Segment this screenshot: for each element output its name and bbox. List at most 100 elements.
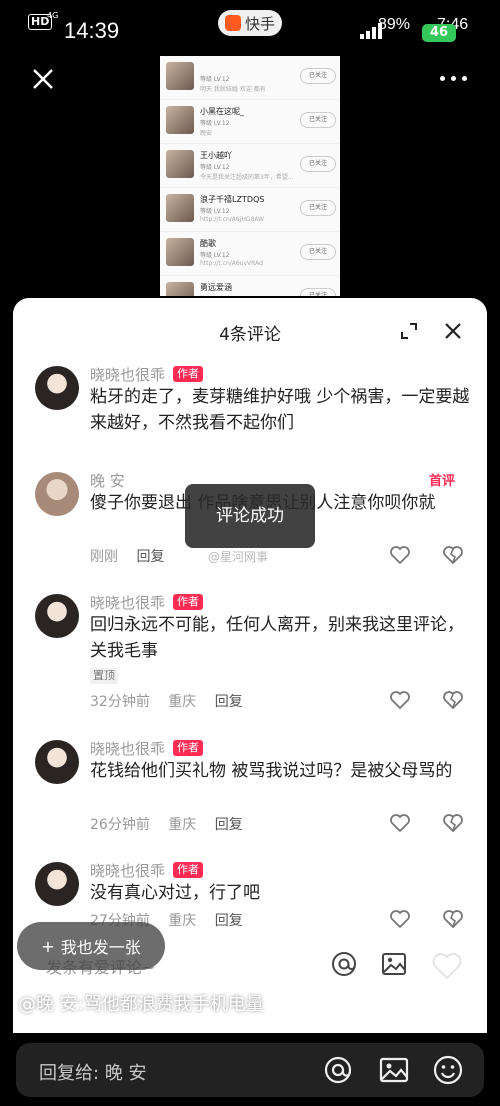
dislike-icon[interactable] <box>443 546 463 564</box>
pinned-badge: 置顶 <box>90 668 118 684</box>
preview-user-row: 王小越吖等级 LV.12 今天是我关注超级的第3年，希望... 已关注 <box>160 144 340 188</box>
avatar[interactable] <box>35 594 79 638</box>
preview-avatar <box>166 238 194 266</box>
comment-meta: 26分钟前 重庆 回复 <box>90 814 257 834</box>
preview-avatar <box>166 106 194 134</box>
comment-location: 重庆 <box>168 913 197 929</box>
comment-author[interactable]: 晚 安 <box>90 470 125 491</box>
toast-message: 评论成功 <box>185 484 315 548</box>
post-photo-label: 我也发一张 <box>60 938 141 957</box>
like-heart-icon[interactable] <box>432 952 462 980</box>
preview-user-row: 等级 LV.12 明天 我就结婚 欢迎 都有 已关注 <box>160 56 340 100</box>
image-icon[interactable] <box>380 950 408 978</box>
preview-user-row: 浪子千禧LZTDQS 等级 LV.12 http://t.cn/A6jHG8AW 已关… <box>160 188 340 232</box>
preview-user-row: 勇远爱涵等级 LV.12http://t.cn/A6mf2D9t已关注 <box>160 276 340 296</box>
mention-icon[interactable] <box>330 950 358 978</box>
preview-user-row: 酷歌等级 LV.12 http://t.cn/A6uvVRAd 已关注 <box>160 232 340 276</box>
mention-icon[interactable] <box>322 1054 354 1086</box>
preview-user-desc: http://t.cn/A6jHG8AW <box>200 216 265 223</box>
preview-follow-button: 已关注 <box>300 200 336 216</box>
status-time: 14:39 <box>64 18 120 43</box>
live-comment: @晚 安:骂他都浪费我手机电量 <box>18 994 264 1015</box>
comment-meta: 32分钟前 重庆 回复 <box>90 691 257 711</box>
preview-follow-button: 已关注 <box>300 112 336 128</box>
author-badge: 作者 <box>173 862 203 878</box>
emoji-icon[interactable] <box>432 1054 464 1086</box>
comment-time: 26分钟前 <box>90 817 150 833</box>
comment-time: 刚刚 <box>90 549 118 565</box>
app-switcher-pill[interactable]: 快手 <box>218 10 282 36</box>
avatar[interactable] <box>35 740 79 784</box>
author-badge: 作者 <box>173 366 203 382</box>
like-icon[interactable] <box>390 814 410 832</box>
comment-location: 重庆 <box>168 694 197 710</box>
preview-follow-button: 已关注 <box>300 68 336 84</box>
avatar[interactable] <box>35 472 79 516</box>
reply-button[interactable]: 回复 <box>215 694 243 710</box>
preview-user-name: 小黑在这呢_ <box>200 107 244 116</box>
comment-author[interactable]: 晓晓也很乖 <box>90 364 165 385</box>
preview-user-name: 浪子千禧LZTDQS <box>200 195 265 204</box>
expand-icon[interactable] <box>400 322 418 340</box>
preview-user-desc: http://t.cn/A6uvVRAd <box>200 260 263 267</box>
preview-user-name: 王小越吖 <box>200 151 232 160</box>
reply-button[interactable]: 回复 <box>215 913 243 929</box>
battery-icon: 46 <box>422 24 456 42</box>
comment-text: 粘牙的走了，麦芽糖维护好哦 少个祸害，一定要越来越好，不然我看不起你们 <box>90 387 470 433</box>
more-options-icon[interactable] <box>440 70 474 86</box>
app-name: 快手 <box>244 14 275 33</box>
dislike-icon[interactable] <box>443 910 463 928</box>
comment-text: 回归永远不可能，任何人离开，别来我这里评论，关我毛事 <box>90 615 464 661</box>
author-badge: 作者 <box>173 740 203 756</box>
close-icon[interactable] <box>444 322 462 340</box>
battery-percent: 89% <box>378 16 411 33</box>
preview-user-name: 勇远爱涵 <box>200 283 232 292</box>
preview-avatar <box>166 194 194 222</box>
comment-text: 没有真心对过，行了吧 <box>90 883 260 903</box>
image-icon[interactable] <box>378 1054 410 1086</box>
plus-icon: + <box>41 936 55 956</box>
comment-author[interactable]: 晓晓也很乖 <box>90 592 165 613</box>
like-icon[interactable] <box>390 546 410 564</box>
preview-user-row: 小黑在这呢_ 等级 LV.12 晚安 已关注 <box>160 100 340 144</box>
like-icon[interactable] <box>390 691 410 709</box>
preview-avatar <box>166 282 194 296</box>
preview-avatar <box>166 150 194 178</box>
author-badge: 作者 <box>173 594 203 610</box>
like-count: 1 <box>444 994 454 1012</box>
preview-user-level: 等级 LV.12 <box>200 164 230 171</box>
avatar[interactable] <box>35 366 79 410</box>
preview-user-level: 等级 LV.12 <box>200 76 230 83</box>
preview-follow-button: 已关注 <box>300 244 336 260</box>
close-icon[interactable] <box>30 66 56 92</box>
preview-user-level: 等级 LV.12 <box>200 252 230 259</box>
comment-time: 32分钟前 <box>90 694 150 710</box>
preview-user-level: 等级 LV.12 <box>200 120 230 127</box>
preview-user-level: 等级 LV.12 <box>200 208 230 215</box>
home-indicator[interactable] <box>166 1016 334 1021</box>
comment-author[interactable]: 晓晓也很乖 <box>90 738 165 759</box>
preview-user-name: 酷歌 <box>200 239 216 248</box>
post-photo-button[interactable]: + 我也发一张 <box>17 922 165 970</box>
preview-user-desc: 今天是我关注超级的第3年，希望... <box>200 174 294 181</box>
dislike-icon[interactable] <box>443 814 463 832</box>
like-icon[interactable] <box>390 910 410 928</box>
first-comment-badge: 首评 <box>429 474 456 489</box>
comment-author[interactable]: 晓晓也很乖 <box>90 860 165 881</box>
reply-button[interactable]: 回复 <box>215 817 243 833</box>
preview-avatar <box>166 62 194 90</box>
network-type: 4G <box>47 11 59 20</box>
reply-input[interactable]: 回复给: 晚 安 <box>39 1059 147 1085</box>
comment-text: 花钱给他们买礼物 被骂我说过吗？是被父母骂的 <box>90 761 453 781</box>
comment-location: 重庆 <box>168 817 197 833</box>
video-preview[interactable]: 等级 LV.12 明天 我就结婚 欢迎 都有 已关注 小黑在这呢_ 等级 LV.12 晚… <box>160 56 340 296</box>
dislike-icon[interactable] <box>443 691 463 709</box>
preview-user-desc: 明天 我就结婚 欢迎 都有 <box>200 86 266 93</box>
preview-follow-button: 已关注 <box>300 156 336 172</box>
preview-user-desc: 晚安 <box>200 130 213 137</box>
kuaishou-logo-icon <box>224 15 241 31</box>
reply-button[interactable]: 回复 <box>136 549 164 565</box>
avatar[interactable] <box>35 862 79 906</box>
preview-user-level: 等级 LV.12 <box>200 294 229 296</box>
comment-meta: 刚刚 回复 <box>90 546 178 566</box>
